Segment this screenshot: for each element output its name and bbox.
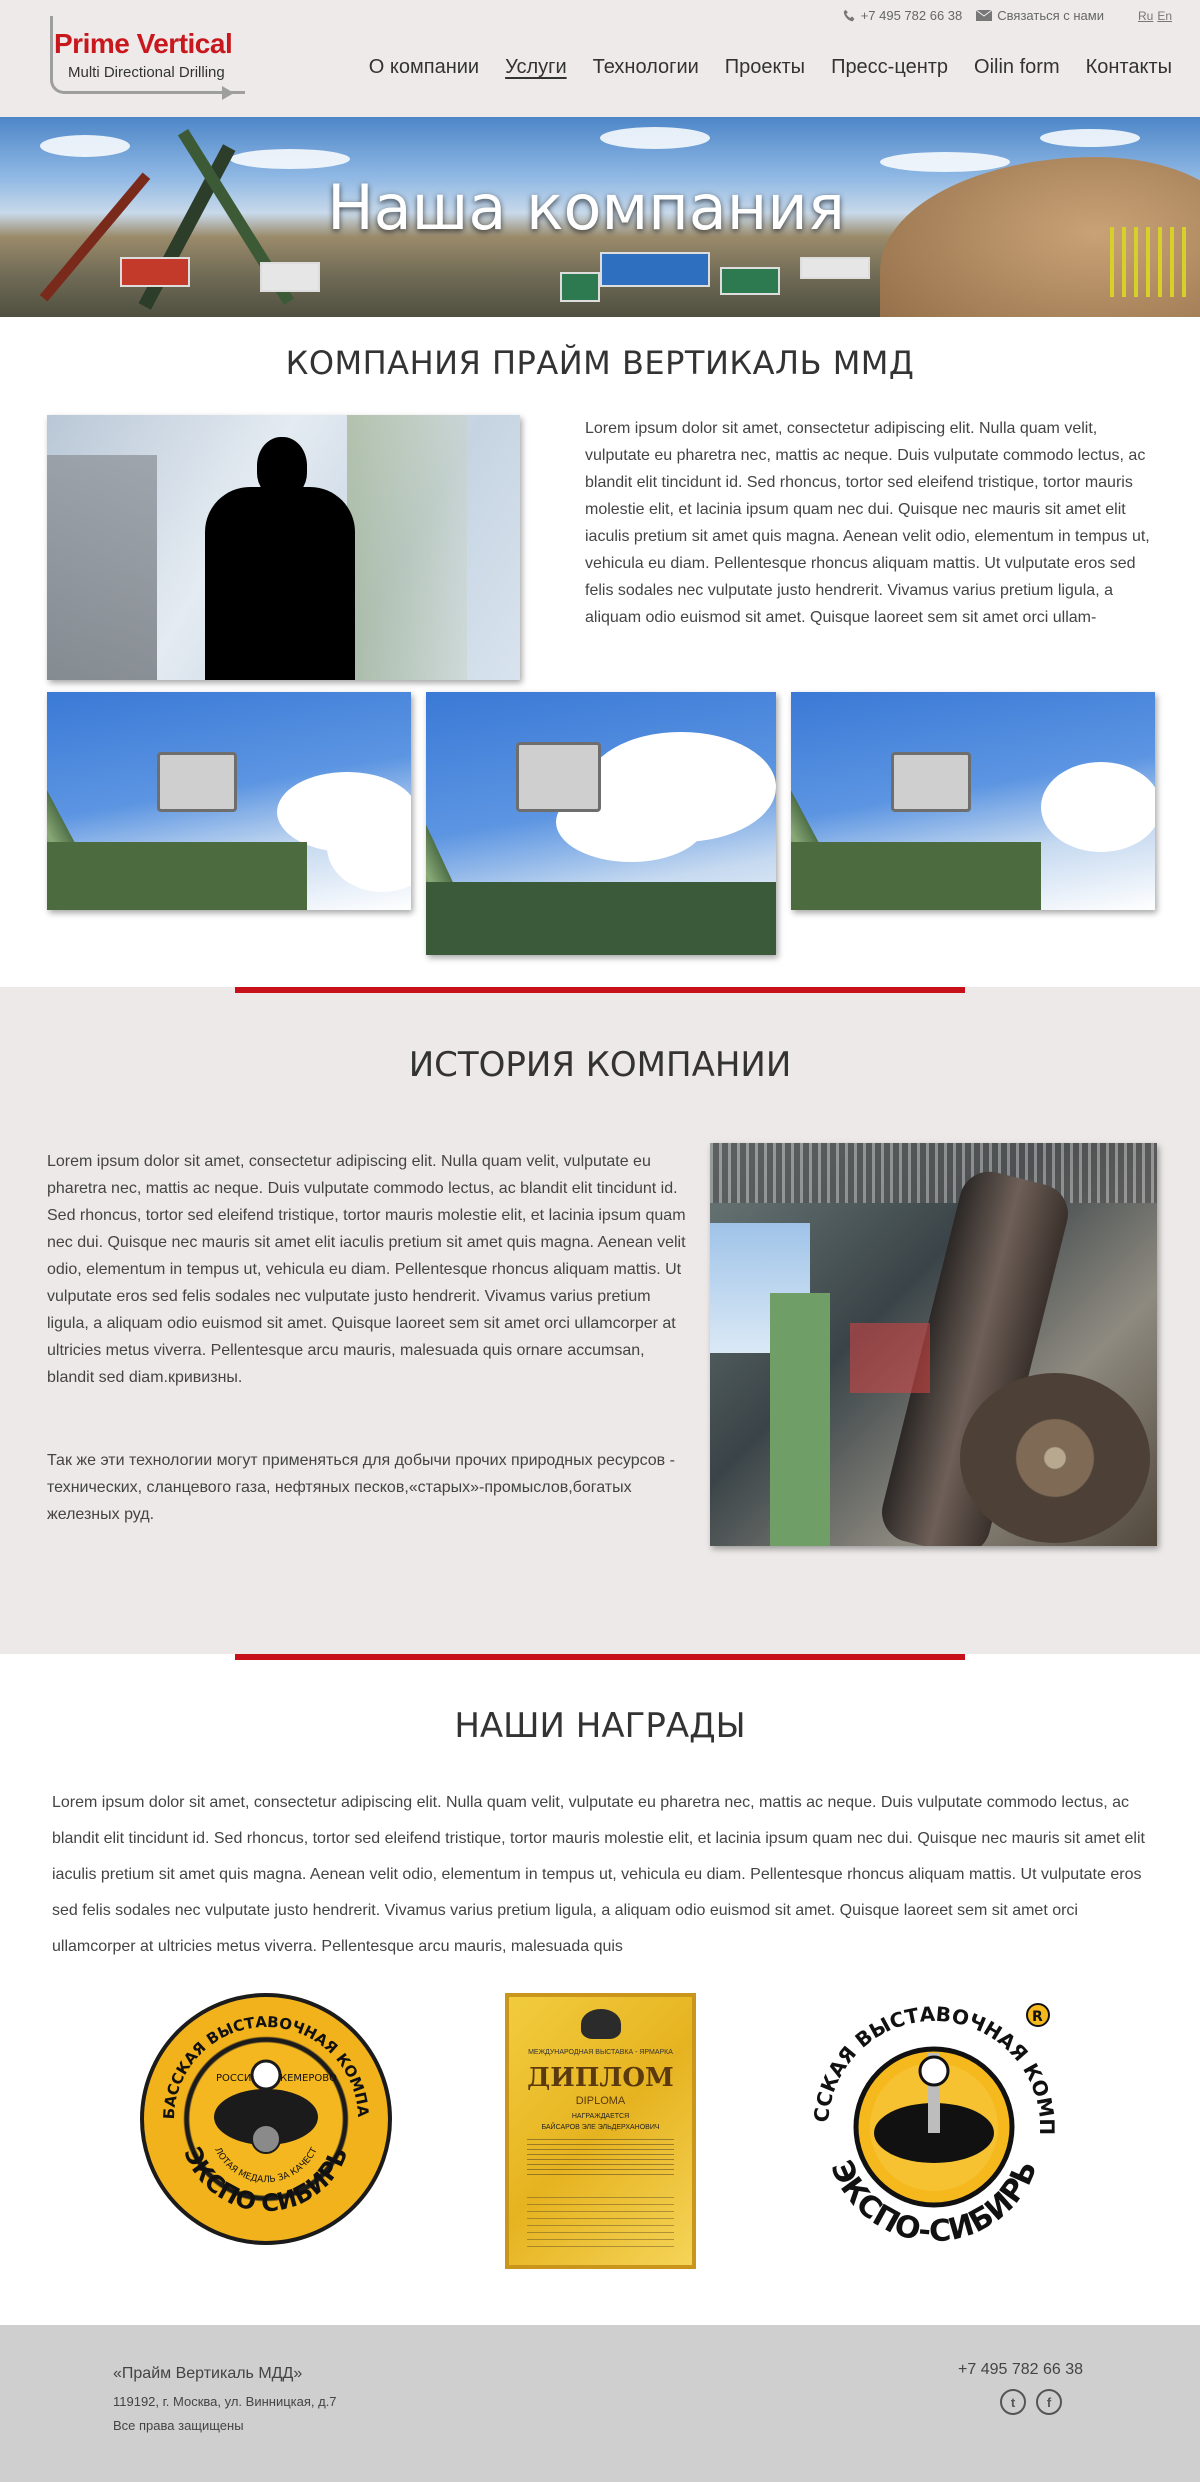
nav-item-technologies[interactable]: Технологии — [593, 56, 699, 79]
logo[interactable]: Prime Vertical Multi Directional Drillin… — [50, 16, 250, 100]
logo-subtitle: Multi Directional Drilling — [68, 64, 225, 81]
nav-item-press[interactable]: Пресс-центр — [831, 56, 948, 79]
award-medal-gold: КУЗБАССКАЯ ВЫСТАВОЧНАЯ КОМПАНИЯ ЭКСПО СИ… — [140, 1993, 392, 2245]
section-divider-2 — [235, 1654, 965, 1660]
language-switcher: Ru En — [1138, 9, 1172, 23]
phone-text: +7 495 782 66 38 — [860, 8, 963, 23]
rig-photo-3 — [791, 692, 1155, 910]
medal1-right-text: КЕМЕРОВО — [280, 2073, 337, 2084]
site-header: Prime Vertical Multi Directional Drillin… — [0, 0, 1200, 117]
diploma-sub: DIPLOMA — [575, 2095, 626, 2107]
nav-item-projects[interactable]: Проекты — [725, 56, 805, 79]
contact-link[interactable]: Связаться с нами — [976, 8, 1104, 23]
rig-photo-1 — [47, 692, 411, 910]
history-text: Lorem ipsum dolor sit amet, consectetur … — [47, 1153, 686, 1386]
awards-text: Lorem ipsum dolor sit amet, consectetur … — [52, 1794, 1145, 1955]
nav-item-contacts[interactable]: Контакты — [1086, 56, 1172, 79]
footer-phone[interactable]: +7 495 782 66 38 — [958, 2361, 1083, 2379]
nav-item-oilin-form[interactable]: Oilin form — [974, 56, 1060, 79]
drilling-pipe-photo — [710, 1143, 1157, 1546]
history-text-2: Так же эти технологии могут применяться … — [47, 1452, 675, 1523]
social-links: t f — [1000, 2389, 1062, 2415]
diploma-top-text: МЕЖДУНАРОДНАЯ ВЫСТАВКА - ЯРМАРКА — [528, 2049, 673, 2056]
diploma-name: БАЙСАРОВ ЭЛЕ ЭЛЬДЕРХАНОВИЧ — [541, 2124, 660, 2131]
main-nav: О компании Услуги Технологии Проекты Пре… — [369, 56, 1172, 79]
diploma-title: ДИПЛОМ — [527, 2063, 674, 2093]
footer-address: 119192, г. Москва, ул. Винницкая, д.7 — [113, 2394, 337, 2409]
company-heading: КОМПАНИЯ ПРАЙМ ВЕРТИКАЛЬ ММД — [285, 344, 915, 382]
history-heading: ИСТОРИЯ КОМПАНИИ — [408, 1045, 792, 1085]
site-footer: «Прайм Вертикаль МДД» 119192, г. Москва,… — [0, 2325, 1200, 2482]
top-bar: +7 495 782 66 38 Связаться с нами Ru En — [843, 8, 1172, 23]
phone-icon — [843, 9, 856, 22]
registered-mark: R — [1032, 2009, 1043, 2025]
logo-arrow — [222, 86, 234, 100]
section-divider-1 — [235, 987, 965, 993]
award-diploma: МЕЖДУНАРОДНАЯ ВЫСТАВКА - ЯРМАРКА ДИПЛОМ … — [505, 1993, 696, 2269]
nav-item-services[interactable]: Услуги — [505, 56, 567, 79]
logo-title: Prime Vertical — [54, 28, 233, 59]
contact-link-label: Связаться с нами — [997, 8, 1104, 23]
director-photo — [47, 415, 520, 680]
mail-icon — [976, 10, 993, 21]
facebook-icon[interactable]: f — [1036, 2389, 1062, 2415]
hero-title: Наша компания — [327, 171, 845, 244]
rig-photo-2 — [426, 692, 776, 955]
phone-link[interactable]: +7 495 782 66 38 — [843, 8, 963, 23]
company-text: Lorem ipsum dolor sit amet, consectetur … — [585, 420, 1150, 626]
footer-company: «Прайм Вертикаль МДД» — [113, 2365, 303, 2382]
diploma-awarded: НАГРАЖДАЕТСЯ — [571, 2113, 630, 2120]
award-logo-expo: КУЗБАССКАЯ ВЫСТАВОЧНАЯ КОМПАНИЯ ЭКСПО-СИ… — [800, 1993, 1068, 2261]
awards-heading: НАШИ НАГРАДЫ — [454, 1706, 746, 1746]
hero-banner: Наша компания — [0, 117, 1200, 317]
nav-item-about[interactable]: О компании — [369, 56, 479, 79]
footer-rights: Все права защищены — [113, 2418, 244, 2433]
lang-en[interactable]: En — [1157, 9, 1172, 23]
lang-ru[interactable]: Ru — [1138, 9, 1153, 23]
twitter-icon[interactable]: t — [1000, 2389, 1026, 2415]
